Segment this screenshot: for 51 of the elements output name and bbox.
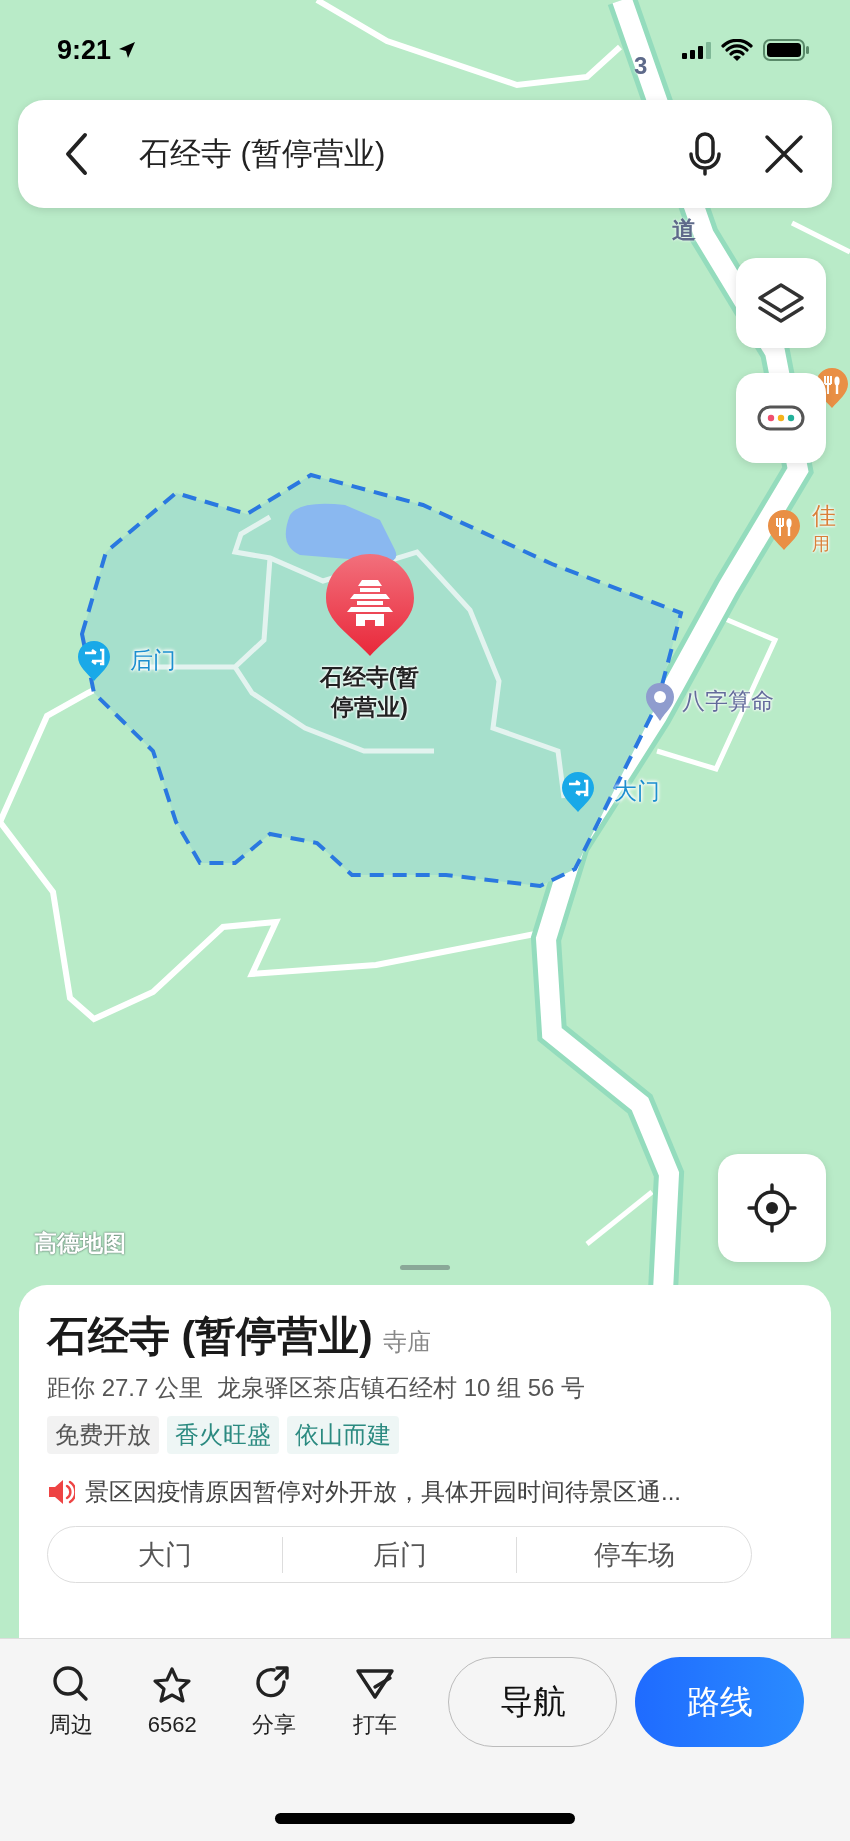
star-icon [152,1666,193,1706]
entrance-option[interactable]: 后门 [282,1536,517,1573]
location-pin-icon[interactable] [644,681,676,723]
search-icon [50,1664,91,1704]
tag: 免费开放 [47,1416,159,1454]
tag: 香火旺盛 [167,1416,279,1454]
drag-handle[interactable] [400,1265,450,1270]
layers-button[interactable] [736,258,826,348]
road-label: 3 [634,52,648,80]
battery-icon [763,39,810,61]
entrance-option[interactable]: 大门 [48,1536,282,1573]
toolbar-action[interactable]: 周边 [36,1664,106,1740]
wifi-icon [721,38,753,62]
traffic-button[interactable] [736,373,826,463]
microphone-button[interactable] [688,132,722,176]
distance-text: 距你 27.7 公里 [47,1373,204,1403]
place-category: 寺庙 [382,1327,431,1357]
back-icon [63,132,89,176]
close-button[interactable] [764,134,804,174]
place-title: 石经寺 (暂停营业) [47,1312,373,1361]
place-label[interactable]: 八字算命 [682,686,774,717]
toolbar-action[interactable]: 分享 [239,1664,309,1740]
temple-pin-icon[interactable] [324,552,416,658]
gate-pin-icon[interactable] [560,770,596,814]
place-label[interactable]: 石经寺(暂停营业) [312,663,427,723]
microphone-icon [688,132,722,176]
toolbar-action[interactable]: 6562 [137,1666,208,1738]
back-button[interactable] [63,132,89,176]
locate-icon [747,1183,797,1233]
search-query: 石经寺 (暂停营业) [139,135,387,173]
place-sublabel: 用 [812,533,830,556]
address-text: 龙泉驿区茶店镇石经村 10 组 56 号 [217,1373,586,1403]
navigate-button[interactable]: 导航 [448,1657,618,1747]
route-button[interactable]: 路线 [635,1657,804,1747]
toolbar-action[interactable]: 打车 [340,1664,411,1740]
notice-text[interactable]: 景区因疫情原因暂停对外开放，具体开园时间待景区通... [85,1476,681,1508]
gate-pin-icon[interactable] [76,639,112,683]
signal-icon [682,41,711,59]
map-logo: 高德地图 [34,1229,126,1258]
layers-icon [756,282,806,324]
search-bar[interactable]: 石经寺 (暂停营业) [18,100,832,208]
speaker-icon [47,1478,75,1506]
close-icon [764,134,804,174]
location-arrow-icon [117,40,138,60]
road-label: 道 [672,215,696,245]
locate-button[interactable] [718,1154,826,1262]
entrance-option[interactable]: 停车场 [517,1536,751,1573]
restaurant-pin-icon[interactable] [766,508,802,552]
traffic-icon [757,405,805,431]
status-time: 9:21 [57,34,112,66]
tag: 依山而建 [287,1416,399,1454]
